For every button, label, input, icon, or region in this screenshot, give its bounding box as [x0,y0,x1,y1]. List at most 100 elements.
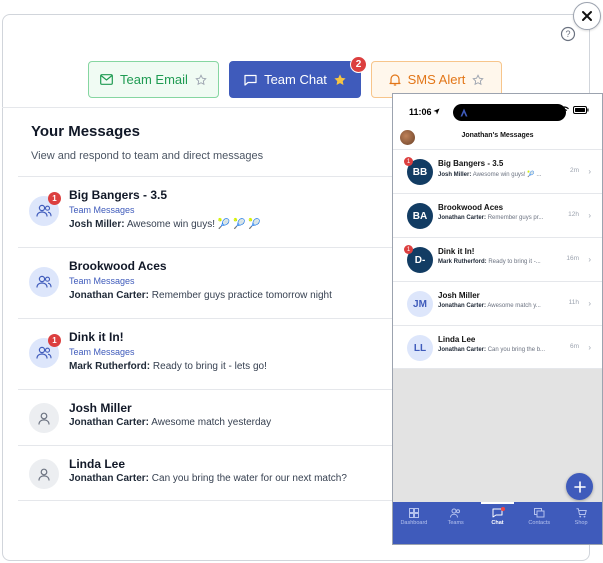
svg-text:?: ? [565,29,570,39]
conversation-preview: Josh Miller: Awesome win guys! 🎾 🎾 🎾 [69,219,261,230]
conversation-type: Team Messages [69,347,135,357]
conversation-name: Brookwood Aces [69,259,167,273]
header-divider [2,107,402,108]
star-filled-icon[interactable] [334,73,346,86]
tab-team-chat-label: Team Chat [264,72,327,87]
tab-team-chat[interactable]: Team Chat 2 [229,56,367,98]
phone-header: Jonathan's Messages [393,127,602,147]
signal-icon [545,107,555,114]
phone-status-bar: 11:06 [393,94,602,124]
conversation-name: Dink it In! [438,247,475,256]
conversation-preview: Mark Rutherford: Ready to bring it -... [438,259,541,265]
conversation-preview: Jonathan Carter: Remember guys pr... [438,215,544,221]
tabbar-teams[interactable]: Teams [435,502,477,544]
plus-icon [573,480,586,493]
conversation-preview: Jonathan Carter: Awesome match yesterday [69,417,271,428]
conversation-time: 12h [568,211,579,218]
close-icon [582,11,592,21]
conversation-row[interactable]: 1 Big Bangers - 3.5 Team Messages Josh M… [18,176,392,247]
conversation-type: Team Messages [69,276,135,286]
star-outline-icon[interactable] [472,73,485,86]
bell-icon [388,74,401,86]
dashboard-icon [408,508,419,518]
conversation-preview: Jonathan Carter: Can you bring the water… [69,473,347,484]
conversation-row[interactable]: 1 Dink it In! Team Messages Mark Rutherf… [18,318,392,389]
tabbar-contacts[interactable]: Contacts [518,502,560,544]
conversation-preview: Jonathan Carter: Can you bring the b... [438,347,546,353]
chevron-right-icon: › [588,299,591,308]
phone-conversation-row[interactable]: BA Brookwood Aces Jonathan Carter: Remem… [393,193,602,237]
preview-text: Remember guys practice tomorrow night [151,290,332,301]
mail-icon [100,74,113,85]
preview-sender: Josh Miller: [69,219,125,230]
conversation-row[interactable]: Josh Miller Jonathan Carter: Awesome mat… [18,389,392,445]
conversation-preview: Mark Rutherford: Ready to bring it - let… [69,361,267,372]
battery-icon [573,106,589,114]
tabbar-shop[interactable]: Shop [560,502,602,544]
preview-sender: Jonathan Carter: [69,417,150,428]
preview-sender: Mark Rutherford: [69,361,151,372]
chevron-right-icon: › [588,343,591,352]
phone-conversation-row[interactable]: LL Linda Lee Jonathan Carter: Can you br… [393,325,602,369]
wifi-icon [559,106,569,114]
person-avatar [29,403,59,433]
conversation-preview: Josh Miller: Awesome win guys! 🎾 ... [438,172,542,178]
preview-text: Awesome win guys! 🎾 🎾 🎾 [126,219,261,230]
preview-text: Can you bring the water for our next mat… [151,473,347,484]
page-subtitle: View and respond to team and direct mess… [31,150,264,162]
app-logo-icon [460,108,468,117]
conversation-name: Big Bangers - 3.5 [69,188,168,202]
chevron-right-icon: › [588,211,591,220]
tabbar-dashboard[interactable]: Dashboard [393,502,435,544]
initials-avatar: JM [407,291,433,317]
phone-conversation-row[interactable]: D- 1 Dink it In! Mark Rutherford: Ready … [393,237,602,281]
preview-text: Awesome match yesterday [151,417,272,428]
group-icon [36,346,52,359]
group-icon [36,275,52,288]
unread-badge: 1 [404,157,413,166]
conversation-row[interactable]: Linda Lee Jonathan Carter: Can you bring… [18,445,392,501]
conversation-row[interactable]: Brookwood Aces Team Messages Jonathan Ca… [18,247,392,318]
phone-conversation-row[interactable]: JM Josh Miller Jonathan Carter: Awesome … [393,281,602,325]
conversation-list: 1 Big Bangers - 3.5 Team Messages Josh M… [18,176,392,501]
group-avatar [29,267,59,297]
chat-icon [244,74,257,86]
tabbar-chat[interactable]: Chat [477,502,519,544]
close-button[interactable] [573,2,601,30]
new-message-button[interactable] [566,473,593,500]
conversation-name: Josh Miller [69,401,132,415]
preview-sender: Jonathan Carter: [69,473,150,484]
conversation-time: 2m [569,167,579,174]
teams-icon [450,508,461,518]
chevron-right-icon: › [588,167,591,176]
conversation-type: Team Messages [69,205,135,215]
conversation-preview: Jonathan Carter: Awesome match y... [438,303,541,309]
unread-badge: 1 [404,245,413,254]
conversation-name: Big Bangers - 3.5 [438,159,504,168]
star-outline-icon[interactable] [195,73,207,86]
preview-sender: Jonathan Carter: [69,290,150,301]
status-time: 11:06 [409,107,432,117]
conversation-time: 11h [568,299,579,306]
cart-icon [576,508,587,518]
phone-tab-bar: Dashboard Teams Chat Contacts Shop [393,502,602,544]
preview-text: Ready to bring it - lets go! [152,361,267,372]
chevron-right-icon: › [588,255,591,264]
conversation-name: Linda Lee [438,335,476,344]
tab-team-email[interactable]: Team Email [88,61,219,98]
page-title: Your Messages [31,123,140,140]
conversation-name: Brookwood Aces [438,203,504,212]
unread-badge: 1 [48,334,61,347]
conversation-time: 16m [566,255,579,262]
phone-conversation-row[interactable]: BB 1 Big Bangers - 3.5 Josh Miller: Awes… [393,149,602,193]
tab-team-email-label: Team Email [120,72,188,87]
initials-avatar: LL [407,335,433,361]
conversation-name: Josh Miller [438,291,480,300]
conversation-name: Dink it In! [69,330,124,344]
location-arrow-icon [433,108,440,115]
chat-unread-dot [500,507,505,511]
unread-badge: 1 [48,192,61,205]
help-icon[interactable]: ? [560,26,576,42]
contacts-icon [533,508,545,518]
group-icon [36,204,52,217]
